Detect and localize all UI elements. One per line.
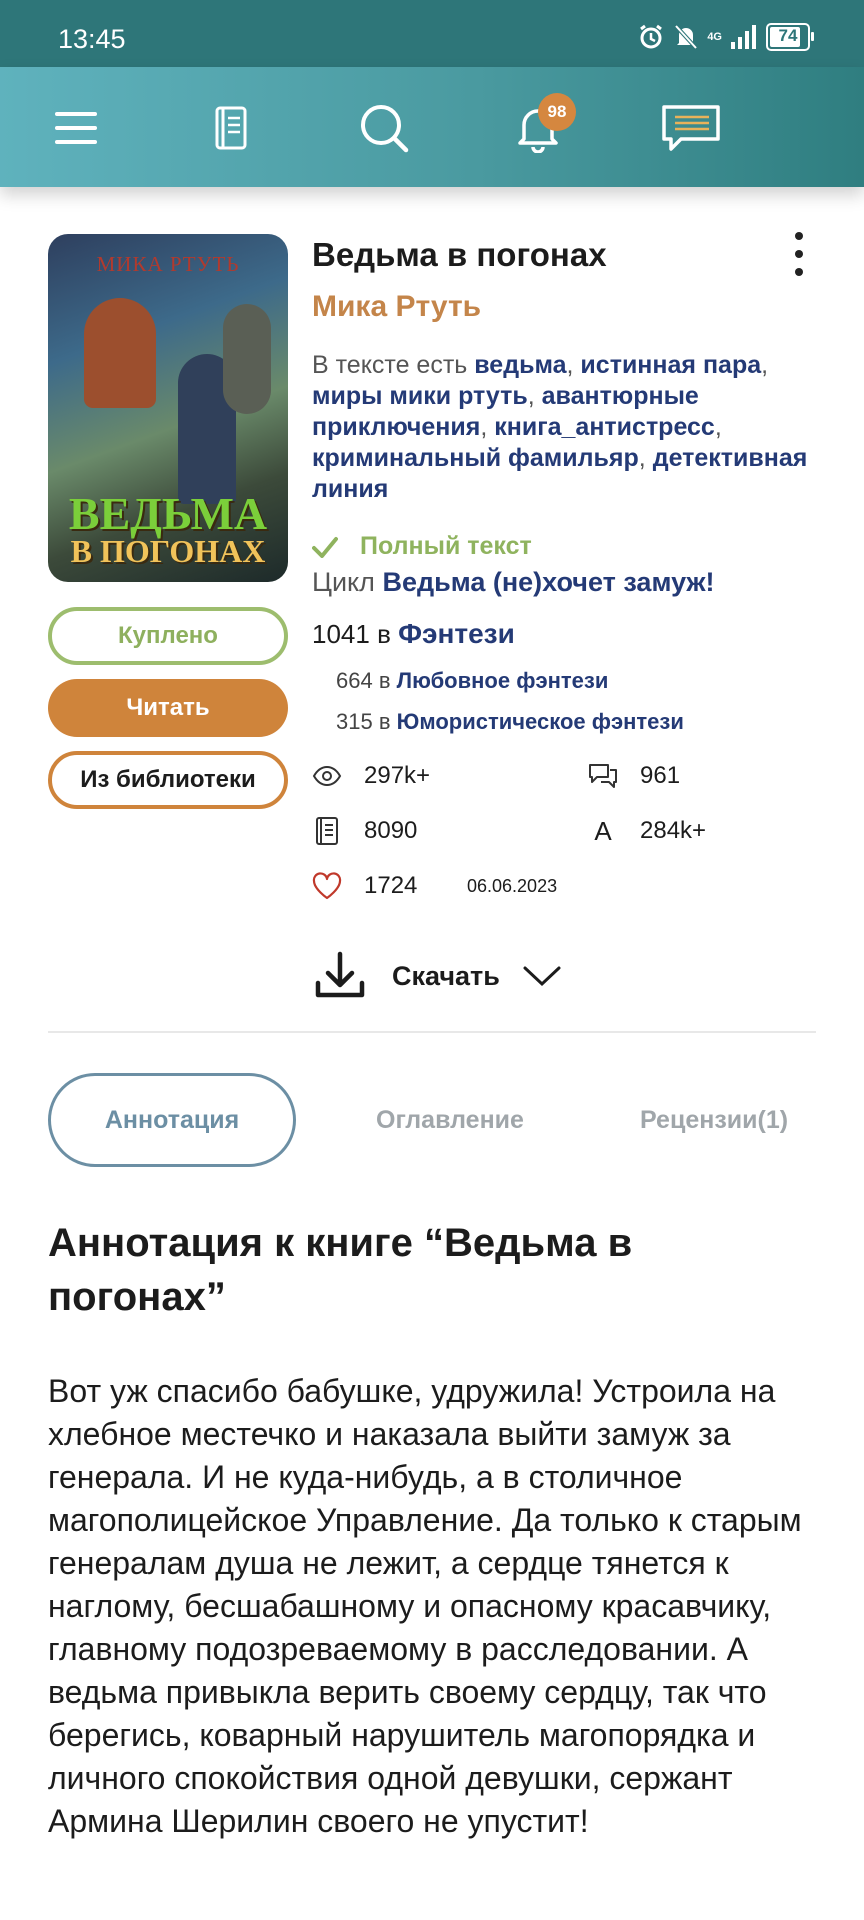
library-button[interactable] bbox=[198, 95, 264, 161]
tag-link[interactable]: ведьма bbox=[474, 351, 566, 379]
cover-title-line1: ВЕДЬМА bbox=[68, 487, 268, 539]
publish-date: 06.06.2023 bbox=[467, 876, 558, 896]
annotation-title: Аннотация к книге “Ведьма в погонах” bbox=[48, 1221, 633, 1319]
chevron-down-icon bbox=[523, 966, 561, 987]
cover-art-figure bbox=[223, 304, 271, 414]
eye-icon bbox=[312, 765, 342, 787]
read-button[interactable]: Читать bbox=[48, 679, 288, 737]
check-icon bbox=[312, 536, 338, 558]
book-author-link[interactable]: Мика Ртуть bbox=[312, 290, 481, 324]
divider bbox=[48, 1031, 816, 1033]
rank-in-label: в bbox=[377, 619, 391, 649]
tag-link[interactable]: книга_антистресс bbox=[494, 413, 715, 441]
download-button[interactable]: Скачать bbox=[314, 950, 562, 1002]
tag-link[interactable]: миры мики ртуть bbox=[312, 382, 528, 410]
cover-title-line2: В ПОГОНАХ bbox=[70, 532, 266, 569]
download-label: Скачать bbox=[392, 960, 500, 991]
more-options-icon[interactable] bbox=[786, 232, 812, 276]
status-icons: 4G 74 bbox=[637, 22, 814, 52]
comments-icon bbox=[589, 764, 617, 788]
comments-count: 961 bbox=[640, 762, 681, 789]
rank-sub: 315 в Юмористическое фэнтези bbox=[336, 709, 684, 735]
tab-annotation[interactable]: Аннотация bbox=[48, 1073, 296, 1167]
alarm-icon bbox=[640, 24, 663, 49]
chars-stat: A 284k+ bbox=[588, 816, 706, 846]
cover-author: МИКА РТУТЬ bbox=[96, 252, 240, 276]
likes-count: 1724 bbox=[364, 872, 418, 899]
status-time: 13:45 bbox=[58, 24, 126, 54]
tag-link[interactable]: криминальный фамильяр bbox=[312, 444, 639, 472]
cycle-label: Цикл bbox=[312, 567, 375, 597]
views-stat: 297k+ bbox=[312, 761, 430, 791]
network-type: 4G bbox=[707, 30, 722, 43]
search-icon bbox=[361, 105, 409, 153]
chars-count: 284k+ bbox=[640, 817, 707, 844]
rank-sub-genre-link[interactable]: Любовное фэнтези bbox=[397, 668, 609, 693]
book-cover[interactable]: МИКА РТУТЬ ВЕДЬМА В ПОГОНАХ bbox=[48, 234, 288, 582]
status-bar: 13:45 4G 74 bbox=[0, 0, 864, 67]
tag-link[interactable]: истинная пара bbox=[580, 351, 761, 379]
letters-icon: A bbox=[594, 815, 612, 846]
rank-sub-number: 664 bbox=[336, 668, 373, 693]
battery-level: 74 bbox=[778, 26, 798, 45]
rank-sub-genre-link[interactable]: Юмористическое фэнтези bbox=[397, 709, 684, 734]
rank-sub: 664 в Любовное фэнтези bbox=[336, 668, 608, 694]
messages-button[interactable] bbox=[658, 95, 724, 161]
views-count: 297k+ bbox=[364, 762, 431, 789]
cover-art-witch bbox=[84, 298, 156, 408]
menu-button[interactable] bbox=[43, 95, 109, 161]
menu-icon bbox=[55, 112, 97, 144]
top-toolbar bbox=[0, 67, 864, 187]
search-button[interactable] bbox=[351, 95, 417, 161]
annotation-text: Вот уж спасибо бабушке, удружила! Устрои… bbox=[48, 1373, 802, 1839]
cover-title: ВЕДЬМА В ПОГОНАХ bbox=[48, 487, 288, 569]
tab-contents[interactable]: Оглавление bbox=[340, 1073, 560, 1167]
remove-from-library-button[interactable]: Из библиотеки bbox=[48, 751, 288, 809]
mute-icon bbox=[674, 24, 698, 50]
pages-stat: 8090 bbox=[312, 816, 417, 846]
complete-status-label: Полный текст bbox=[360, 532, 532, 560]
book-tags: В тексте есть ведьма, истинная пара, мир… bbox=[312, 351, 808, 503]
book-icon bbox=[215, 106, 247, 150]
rank-main-number: 1041 bbox=[312, 619, 370, 649]
tab-reviews[interactable]: Рецензии(1) bbox=[640, 1073, 840, 1167]
likes-stat[interactable]: 1724 bbox=[312, 871, 417, 901]
pages-count: 8090 bbox=[364, 817, 418, 844]
rank-main-genre-link[interactable]: Фэнтези bbox=[398, 618, 515, 649]
rank-in-label: в bbox=[378, 668, 391, 693]
rank-sub-number: 315 bbox=[336, 709, 373, 734]
book-cycle: Цикл Ведьма (не)хочет замуж! bbox=[312, 567, 715, 598]
heart-icon bbox=[312, 872, 342, 900]
battery-icon: 74 bbox=[766, 23, 814, 51]
tags-prefix: В тексте есть bbox=[312, 351, 468, 379]
bought-button[interactable]: Куплено bbox=[48, 607, 288, 665]
book-pages-icon bbox=[316, 817, 338, 845]
rank-main: 1041 в Фэнтези bbox=[312, 618, 515, 650]
notifications-badge: 98 bbox=[538, 93, 576, 131]
chat-icon bbox=[662, 105, 720, 151]
cycle-link[interactable]: Ведьма (не)хочет замуж! bbox=[382, 567, 714, 597]
book-title: Ведьма в погонах bbox=[312, 236, 607, 273]
rank-in-label: в bbox=[378, 709, 391, 734]
download-icon bbox=[315, 951, 365, 998]
comments-stat[interactable]: 961 bbox=[588, 761, 680, 791]
complete-status: Полный текст bbox=[312, 532, 532, 561]
signal-icon bbox=[731, 25, 756, 49]
